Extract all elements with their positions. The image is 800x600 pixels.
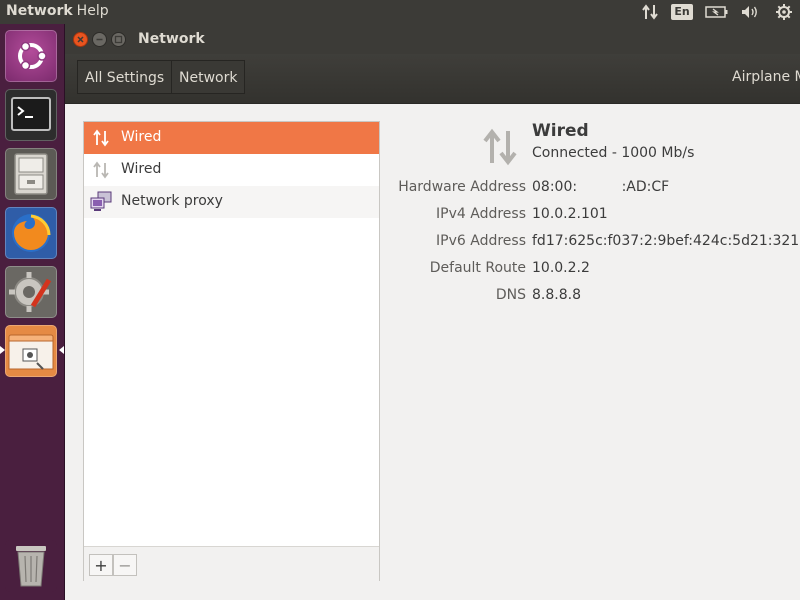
keyboard-layout-label: En	[671, 4, 693, 20]
files-launcher[interactable]	[5, 148, 57, 200]
trash-icon	[16, 546, 46, 587]
device-name: Wired	[532, 121, 589, 141]
minimize-icon	[96, 38, 103, 41]
device-list-item-wired-selected[interactable]: Wired	[84, 122, 379, 154]
dns-label: DNS	[495, 287, 526, 303]
network-panel: Wired Wired Network proxy + − Wired Conn…	[65, 104, 800, 600]
connection-status: Connected - 1000 Mb/s	[532, 145, 695, 161]
close-button[interactable]	[73, 32, 88, 47]
active-app-indicator	[0, 346, 5, 354]
terminal-launcher[interactable]	[5, 89, 57, 141]
network-folder-icon	[8, 334, 54, 370]
ubuntu-logo-icon	[18, 41, 47, 71]
network-wired-icon	[93, 129, 109, 147]
default-route-label: Default Route	[429, 260, 526, 276]
battery-icon[interactable]	[703, 0, 731, 24]
airplane-mode-label: Airplane M	[732, 69, 800, 85]
all-settings-button[interactable]: All Settings	[77, 60, 173, 94]
hardware-address-value: 08:00: :AD:CF	[532, 179, 670, 195]
help-menu[interactable]: Help	[77, 3, 109, 19]
network-wired-icon	[93, 161, 109, 179]
ipv6-address-label: IPv6 Address	[436, 233, 526, 249]
firefox-icon	[12, 214, 51, 252]
network-breadcrumb-button[interactable]: Network	[171, 60, 246, 94]
remove-connection-button[interactable]: −	[113, 554, 137, 576]
ipv4-address-label: IPv4 Address	[436, 206, 526, 222]
network-indicator-icon[interactable]	[638, 0, 662, 24]
hardware-address-label: Hardware Address	[398, 179, 526, 195]
network-settings-launcher[interactable]	[5, 325, 57, 377]
trash-launcher[interactable]	[5, 540, 57, 592]
dash-home-button[interactable]	[5, 30, 57, 82]
keyboard-layout-indicator[interactable]: En	[670, 0, 694, 24]
device-list-item-label: Wired	[121, 161, 162, 177]
file-cabinet-icon	[14, 153, 48, 195]
app-menu: Network Help	[6, 3, 113, 19]
window-title: Network	[138, 31, 205, 47]
maximize-button[interactable]	[111, 32, 126, 47]
device-list-item-label: Network proxy	[121, 193, 223, 209]
dns-value: 8.8.8.8	[532, 287, 581, 303]
focused-app-indicator	[59, 346, 64, 354]
launcher	[0, 24, 65, 600]
add-connection-button[interactable]: +	[89, 554, 113, 576]
terminal-icon	[11, 97, 51, 131]
system-gear-icon[interactable]	[772, 0, 796, 24]
minimize-button[interactable]	[92, 32, 107, 47]
volume-icon[interactable]	[738, 0, 762, 24]
device-list-item-label: Wired	[121, 129, 162, 145]
ipv6-address-value: fd17:625c:f037:2:9bef:424c:5d21:3216	[532, 233, 800, 249]
device-list-toolbar: + −	[84, 546, 379, 581]
top-panel: Network Help En	[0, 0, 800, 24]
app-name-menu[interactable]: Network	[6, 3, 73, 19]
window-titlebar: Network	[65, 24, 800, 54]
header-bar: All Settings Network Airplane M	[65, 54, 800, 104]
ipv4-address-value: 10.0.2.101	[532, 206, 608, 222]
network-proxy-icon	[90, 191, 112, 211]
default-route-value: 10.0.2.2	[532, 260, 590, 276]
firefox-launcher[interactable]	[5, 207, 57, 259]
maximize-icon	[114, 35, 123, 44]
settings-wrench-icon	[9, 272, 52, 312]
close-icon	[77, 36, 84, 43]
network-wired-large-icon	[483, 128, 517, 166]
system-settings-launcher[interactable]	[5, 266, 57, 318]
